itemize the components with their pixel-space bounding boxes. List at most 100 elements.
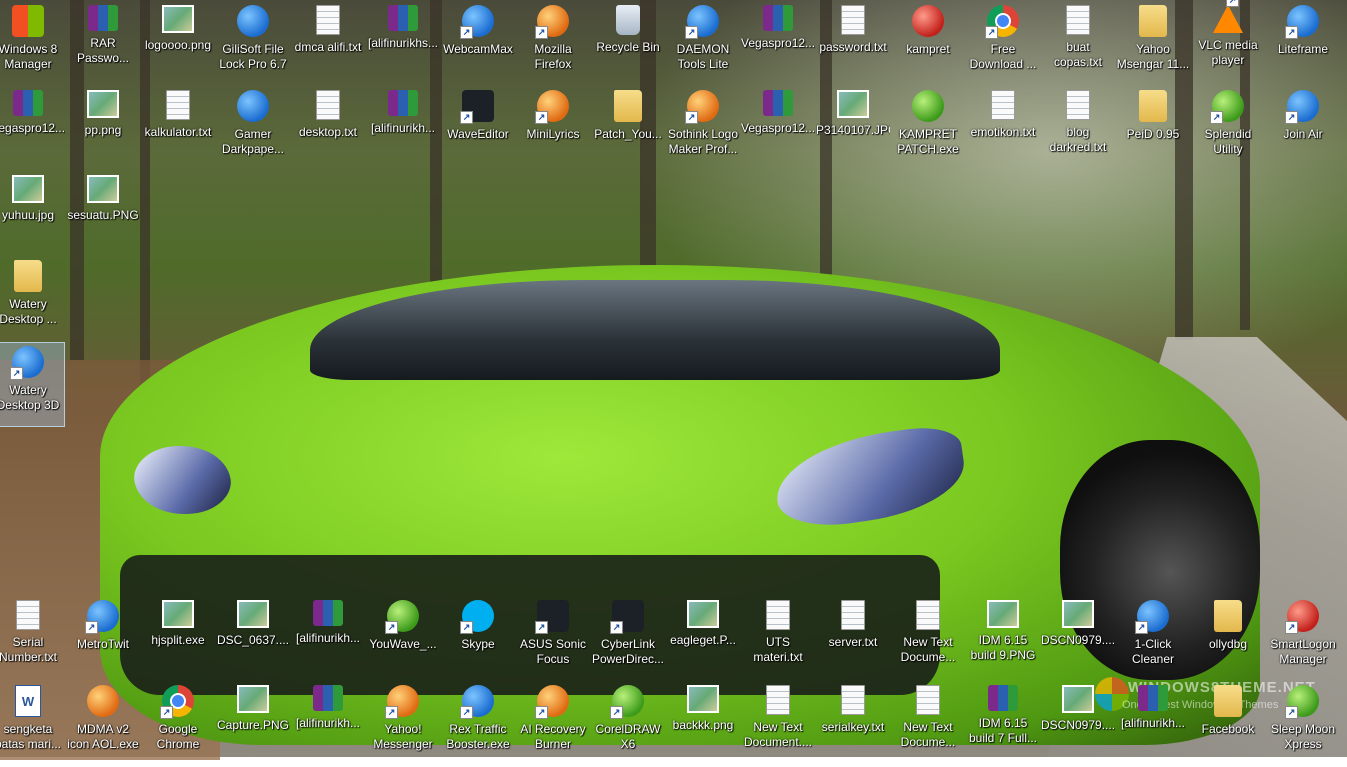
shortcut-arrow-icon: ↗ <box>1285 621 1298 634</box>
desktop-icon-peid[interactable]: PeiD 0.95 <box>1116 87 1190 172</box>
desktop-icon-label: Google Chrome <box>156 722 200 751</box>
desktop-icon-sengketa[interactable]: sengketabatas mari... <box>0 682 65 767</box>
desktop-icon-capture[interactable]: Capture.PNG <box>216 682 290 767</box>
desktop-icon-buat-copas[interactable]: buat copas.txt <box>1041 2 1115 87</box>
folder-icon <box>1214 685 1242 717</box>
desktop-icon-vegaspro-3[interactable]: Vegaspro12... <box>741 87 815 172</box>
desktop-icon-label: desktop.txt <box>298 125 358 139</box>
desktop-icon-blog-darkred[interactable]: blog darkred.txt <box>1041 87 1115 172</box>
chrome-icon: ↗ <box>160 685 194 719</box>
desktop-icon-skype[interactable]: ↗ Skype <box>441 597 515 682</box>
desktop-icon-watery-3d[interactable]: ↗ Watery Desktop 3D <box>0 342 65 427</box>
desktop-icon-kampret[interactable]: kampret <box>891 2 965 87</box>
desktop-icon-uts-materi[interactable]: UTS materi.txt <box>741 597 815 682</box>
shortcut-arrow-icon: ↗ <box>1285 706 1298 719</box>
desktop-icon-new-text-2[interactable]: New Text Document.... <box>741 682 815 767</box>
desktop-icon-pp-png[interactable]: pp.png <box>66 87 140 172</box>
desktop-icon-dscn0979-2[interactable]: DSCN0979.... <box>1041 682 1115 767</box>
desktop-icon-label: emotikon.txt <box>970 125 1036 139</box>
desktop-icon-sleep-moon[interactable]: ↗ Sleep Moon Xpress <box>1266 682 1340 767</box>
desktop-icon-ai-recovery[interactable]: ↗ AI Recovery Burner <box>516 682 590 767</box>
desktop-icon-waveeditor[interactable]: ↗ WaveEditor <box>441 87 515 172</box>
desktop-icon-yahoo-msengar[interactable]: Yahoo Msengar 11... <box>1116 2 1190 87</box>
desktop-icon-cyberlink[interactable]: ↗ CyberLink PowerDirec... <box>591 597 665 682</box>
desktop-icon-serialkey[interactable]: serialkey.txt <box>816 682 890 767</box>
desktop-icon-alifinurikhs-1[interactable]: [alifinurikhs... <box>366 2 440 87</box>
desktop-icon-free-download[interactable]: ↗ Free Download ... <box>966 2 1040 87</box>
app-icon: ↗ <box>535 685 569 719</box>
desktop-icon-watery-folder[interactable]: Watery Desktop ... <box>0 257 65 342</box>
word-document-icon <box>15 685 41 717</box>
desktop-icon-sesuatu[interactable]: sesuatu.PNG <box>66 172 140 257</box>
desktop-icon-server-txt[interactable]: server.txt <box>816 597 890 682</box>
desktop-icon-webcammax[interactable]: ↗ WebcamMax <box>441 2 515 87</box>
desktop-icon-gamer-darkpaper[interactable]: Gamer Darkpape... <box>216 87 290 172</box>
desktop-icon-asus-sonic[interactable]: ↗ ASUS Sonic Focus <box>516 597 590 682</box>
shortcut-arrow-icon: ↗ <box>535 621 548 634</box>
desktop-icon-hjsplit[interactable]: hjsplit.exe <box>141 597 215 682</box>
text-file-icon <box>316 5 340 35</box>
desktop-icon-rar-password[interactable]: RAR Passwo... <box>66 2 140 87</box>
desktop-icon-google-chrome[interactable]: ↗ Google Chrome <box>141 682 215 767</box>
desktop-icon-label: Facebook <box>1201 722 1255 736</box>
desktop-icon-label: GiliSoft File Lock Pro 6.7 <box>219 42 287 71</box>
desktop-icon-windows8-manager[interactable]: Windows 8 Manager <box>0 2 65 87</box>
desktop-icon-p3140107[interactable]: P3140107.JPG <box>816 87 890 172</box>
desktop-icon-backkk[interactable]: backkk.png <box>666 682 740 767</box>
desktop-icon-desktop-txt[interactable]: desktop.txt <box>291 87 365 172</box>
desktop-icon-idm-full[interactable]: IDM 6.15 build 7 Full... <box>966 682 1040 767</box>
desktop-icon-kampret-patch[interactable]: KAMPRET PATCH.exe <box>891 87 965 172</box>
desktop-icon-vegaspro-1[interactable]: Vegaspro12... <box>741 2 815 87</box>
desktop-icon-smartlogon[interactable]: ↗ SmartLogon Manager <box>1266 597 1340 682</box>
desktop-icon-eagleget[interactable]: eagleget.P... <box>666 597 740 682</box>
desktop-icon-dmca[interactable]: dmca alifi.txt <box>291 2 365 87</box>
desktop-icon-1-click[interactable]: ↗ 1-Click Cleaner <box>1116 597 1190 682</box>
desktop-icon-serial-number[interactable]: Serial Number.txt <box>0 597 65 682</box>
desktop-icon-coreldraw[interactable]: ↗ CorelDRAW X6 <box>591 682 665 767</box>
desktop-icon-daemon-tools[interactable]: ↗ DAEMON Tools Lite <box>666 2 740 87</box>
desktop-icon-youwave[interactable]: ↗ YouWave_... <box>366 597 440 682</box>
desktop-icon-vegaspro-2[interactable]: Vegaspro12... <box>0 87 65 172</box>
desktop-icon-alifinurikh-2[interactable]: [alifinurikh... <box>366 87 440 172</box>
desktop-icon-logoooo[interactable]: logoooo.png <box>141 2 215 87</box>
desktop-icon-password-txt[interactable]: password.txt <box>816 2 890 87</box>
desktop-icon-mdma[interactable]: MDMA v2 icon AOL.exe <box>66 682 140 767</box>
image-icon <box>162 5 194 33</box>
desktop-icon-kalkulator[interactable]: kalkulator.txt <box>141 87 215 172</box>
desktop-icon-label: server.txt <box>828 635 878 649</box>
desktop-icon-alifinurikh-3[interactable]: [alifinurikh... <box>291 597 365 682</box>
app-icon: ↗ <box>1285 685 1319 719</box>
desktop-icon-yuhuu[interactable]: yuhuu.jpg <box>0 172 65 257</box>
desktop-icon-splendid[interactable]: ↗ Splendid Utility <box>1191 87 1265 172</box>
desktop-icon-dsc-0637[interactable]: DSC_0637.... <box>216 597 290 682</box>
desktop-icon-label: IDM 6.15 build 9.PNG <box>970 633 1036 662</box>
desktop-icon-gilisoft[interactable]: GiliSoft File Lock Pro 6.7 <box>216 2 290 87</box>
desktop-icon-label: P3140107.JPG <box>816 123 890 137</box>
desktop-icon-new-text-1[interactable]: New Text Docume... <box>891 597 965 682</box>
desktop-icon-vlc[interactable]: ↗ VLC media player <box>1191 0 1265 87</box>
desktop-icon-alifinurikh-4[interactable]: [alifinurikh... <box>291 682 365 767</box>
desktop-icon-facebook[interactable]: Facebook <box>1191 682 1265 767</box>
desktop-icon-alifinurikh-5[interactable]: [alifinurikh... <box>1116 682 1190 767</box>
desktop-icon-metrotwit[interactable]: ↗ MetroTwit <box>66 597 140 682</box>
desktop-icon-ollydbg[interactable]: ollydbg <box>1191 597 1265 682</box>
desktop-icon-rex-traffic[interactable]: ↗ Rex Traffic Booster.exe <box>441 682 515 767</box>
desktop-icon-join-air[interactable]: ↗ Join Air <box>1266 87 1340 172</box>
folder-icon <box>1214 600 1242 632</box>
desktop-icon-sothink[interactable]: ↗ Sothink Logo Maker Prof... <box>666 87 740 172</box>
desktop-icon-minilyrics[interactable]: ↗ MiniLyrics <box>516 87 590 172</box>
desktop-icon-liteframe[interactable]: ↗ Liteframe <box>1266 2 1340 87</box>
folder-icon <box>1139 5 1167 37</box>
desktop-icon-new-text-3[interactable]: New Text Docume... <box>891 682 965 767</box>
desktop-icon-emotikon[interactable]: emotikon.txt <box>966 87 1040 172</box>
desktop-icon-label: WebcamMax <box>443 42 513 56</box>
desktop-icon-label: dmca alifi.txt <box>294 40 362 54</box>
desktop-icon-yahoo-messenger[interactable]: ↗ Yahoo! Messenger <box>366 682 440 767</box>
desktop-icon-idm-png[interactable]: IDM 6.15 build 9.PNG <box>966 597 1040 682</box>
desktop-icon-dscn0979-1[interactable]: DSCN0979.... <box>1041 597 1115 682</box>
desktop-icon-firefox[interactable]: ↗ Mozilla Firefox <box>516 2 590 87</box>
text-file-icon <box>916 600 940 630</box>
desktop-icon-patch-you[interactable]: Patch_You... <box>591 87 665 172</box>
desktop-icon-label: Watery Desktop 3D <box>0 383 60 412</box>
desktop-icon-recycle-bin[interactable]: Recycle Bin <box>591 2 665 87</box>
